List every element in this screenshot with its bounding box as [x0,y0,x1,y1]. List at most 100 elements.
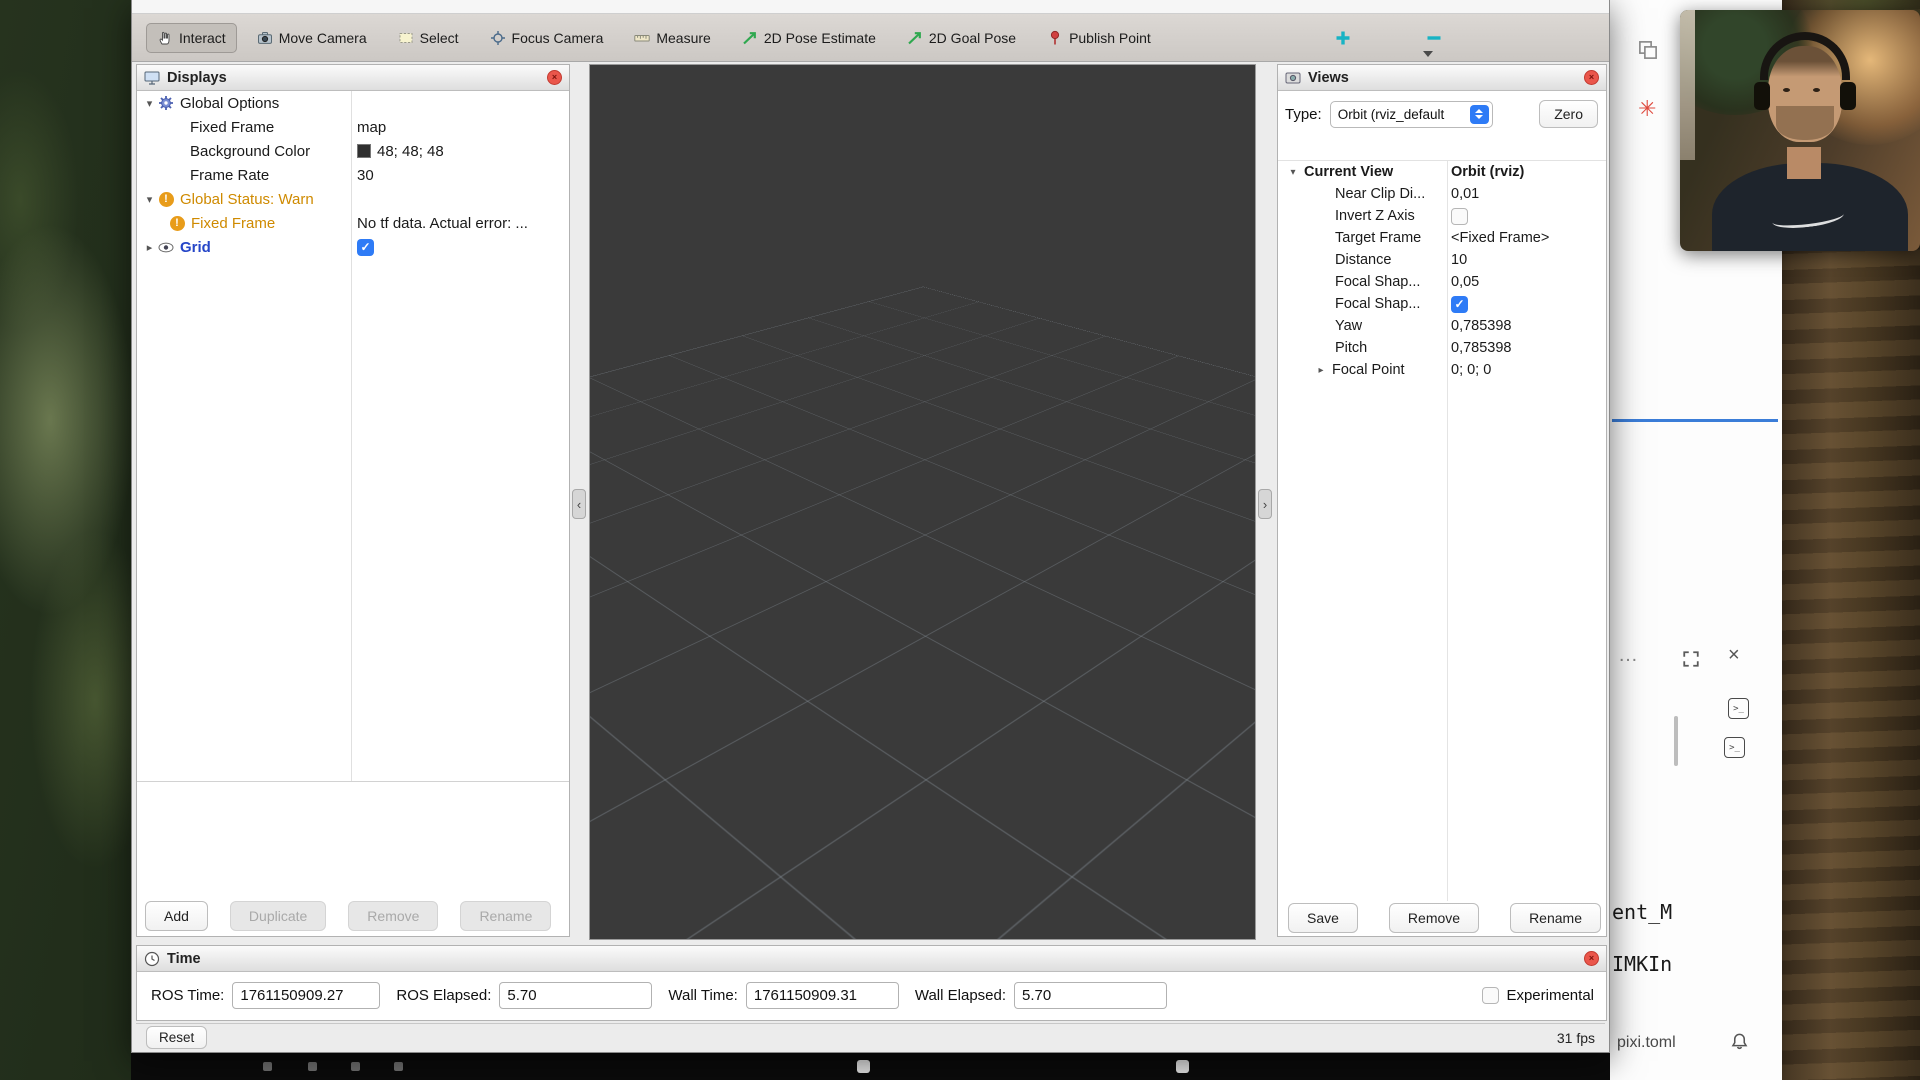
view-row-value[interactable]: 0,785398 [1451,318,1511,334]
dock-icon[interactable] [1176,1060,1189,1073]
expander-icon[interactable]: ▸ [142,241,157,254]
dock-icon[interactable] [308,1062,317,1071]
tree-row-frame-rate[interactable]: Frame Rate 30 [137,163,569,187]
wall-time-field[interactable]: 1761150909.31 [746,982,899,1009]
tool-measure[interactable]: Measure [623,23,721,53]
invert-z-checkbox[interactable] [1451,208,1468,225]
displays-panel-header[interactable]: Displays × [137,65,569,91]
views-panel-header[interactable]: Views × [1278,65,1606,91]
view-row-value[interactable]: 0,785398 [1451,340,1511,356]
expander-icon[interactable]: ▾ [142,97,157,110]
code-fragment: IMKIn [1612,952,1672,976]
tool-publish-point[interactable]: Publish Point [1036,23,1162,53]
toolbar-overflow-chevron[interactable] [1423,51,1433,57]
expander-icon[interactable]: ▸ [1314,365,1328,376]
door-frame [1680,10,1695,160]
wall-elapsed-field[interactable]: 5.70 [1014,982,1167,1009]
view-row-distance[interactable]: Distance 10 [1278,249,1606,271]
close-panel-button[interactable]: × [547,70,562,85]
close-panel-button[interactable]: × [1584,70,1599,85]
rename-button[interactable]: Rename [460,901,551,931]
expander-icon[interactable]: ▾ [1286,167,1300,178]
tree-row-label: Fixed Frame [191,215,275,232]
view-row-value[interactable]: 0,01 [1451,186,1479,202]
reset-button[interactable]: Reset [146,1026,207,1049]
panel-divider[interactable] [137,781,569,782]
collapse-left-panel-handle[interactable]: ‹ [572,489,586,519]
view-row-yaw[interactable]: Yaw 0,785398 [1278,315,1606,337]
terminal-icon[interactable]: >_ [1728,698,1749,719]
add-tool-button[interactable] [1326,23,1360,53]
tree-row-value[interactable]: 30 [357,167,374,184]
remove-tool-button[interactable] [1417,23,1451,53]
view-row-current-view[interactable]: ▾ Current View Orbit (rviz) [1278,161,1606,183]
titlebar-sliver [132,0,1609,14]
monitor-icon [144,70,160,86]
tool-select[interactable]: Select [387,23,470,53]
view-row-focal-shape-size[interactable]: Focal Shap... 0,05 [1278,271,1606,293]
dock-icon[interactable] [394,1062,403,1071]
close-panel-button[interactable]: × [1584,951,1599,966]
view-row-label: Invert Z Axis [1335,208,1415,224]
tree-row-value[interactable]: map [357,119,386,136]
tree-row-fixed-frame[interactable]: Fixed Frame map [137,115,569,139]
ros-time-field[interactable]: 1761150909.27 [232,982,380,1009]
view-row-target-frame[interactable]: Target Frame <Fixed Frame> [1278,227,1606,249]
view-row-focal-point[interactable]: ▸ Focal Point 0; 0; 0 [1278,359,1606,381]
view-row-label: Yaw [1335,318,1362,334]
view-row-near-clip[interactable]: Near Clip Di... 0,01 [1278,183,1606,205]
tree-row-background-color[interactable]: Background Color 48; 48; 48 [137,139,569,163]
focal-shape-checkbox[interactable]: ✓ [1451,296,1468,313]
tree-row-label: Background Color [190,143,310,160]
more-options-icon[interactable]: … [1618,644,1638,667]
view-type-select[interactable]: Orbit (rviz_default [1330,101,1493,128]
tool-move-camera[interactable]: Move Camera [246,23,378,53]
3d-viewport[interactable] [589,64,1256,940]
zero-button[interactable]: Zero [1539,100,1598,128]
tree-row-label: Frame Rate [190,167,269,184]
add-button[interactable]: Add [145,901,208,931]
remove-button[interactable]: Remove [348,901,438,931]
experimental-checkbox[interactable] [1482,987,1499,1004]
dock-icon[interactable] [857,1060,870,1073]
tree-row-global-options[interactable]: ▾ Global Options [137,91,569,115]
tool-2d-pose-estimate[interactable]: 2D Pose Estimate [731,23,887,53]
overlap-squares-icon[interactable] [1638,40,1658,60]
view-row-value[interactable]: 0; 0; 0 [1451,362,1491,378]
view-row-invert-z[interactable]: Invert Z Axis [1278,205,1606,227]
dock-icon[interactable] [263,1062,272,1071]
rename-button[interactable]: Rename [1510,903,1601,933]
dock-icon[interactable] [351,1062,360,1071]
tree-row-value[interactable]: 48; 48; 48 [357,143,444,160]
view-row-value[interactable]: <Fixed Frame> [1451,230,1549,246]
filename-label[interactable]: pixi.toml [1617,1034,1676,1052]
scrollbar[interactable] [1674,716,1678,766]
ros-elapsed-field[interactable]: 5.70 [499,982,652,1009]
select-stepper-icon[interactable] [1470,105,1489,124]
tool-2d-goal-pose[interactable]: 2D Goal Pose [896,23,1027,53]
save-button[interactable]: Save [1288,903,1358,933]
duplicate-button[interactable]: Duplicate [230,901,326,931]
displays-buttons: Add Duplicate Remove Rename [137,901,551,931]
close-icon[interactable]: × [1728,644,1740,667]
time-panel-header[interactable]: Time × [137,946,1606,972]
bell-icon[interactable] [1730,1032,1749,1051]
view-row-value[interactable]: 0,05 [1451,274,1479,290]
tool-interact[interactable]: Interact [146,23,237,53]
view-row-value[interactable]: 10 [1451,252,1467,268]
person-beard [1776,106,1834,140]
ruler-icon [634,30,650,46]
tree-row-global-status[interactable]: ▾ ! Global Status: Warn [137,187,569,211]
view-row-pitch[interactable]: Pitch 0,785398 [1278,337,1606,359]
view-row-focal-shape-fixed[interactable]: Focal Shap... ✓ [1278,293,1606,315]
collapse-right-panel-handle[interactable]: › [1258,489,1272,519]
tool-focus-camera[interactable]: Focus Camera [479,23,615,53]
remove-button[interactable]: Remove [1389,903,1479,933]
terminal-icon[interactable]: >_ [1724,737,1745,758]
tree-row-fixed-frame-status[interactable]: ! Fixed Frame No tf data. Actual error: … [137,211,569,235]
person-neck [1787,147,1821,179]
tree-row-grid[interactable]: ▸ Grid ✓ [137,235,569,259]
grid-enabled-checkbox[interactable]: ✓ [357,239,374,256]
expand-icon[interactable] [1682,650,1700,668]
expander-icon[interactable]: ▾ [142,193,157,206]
